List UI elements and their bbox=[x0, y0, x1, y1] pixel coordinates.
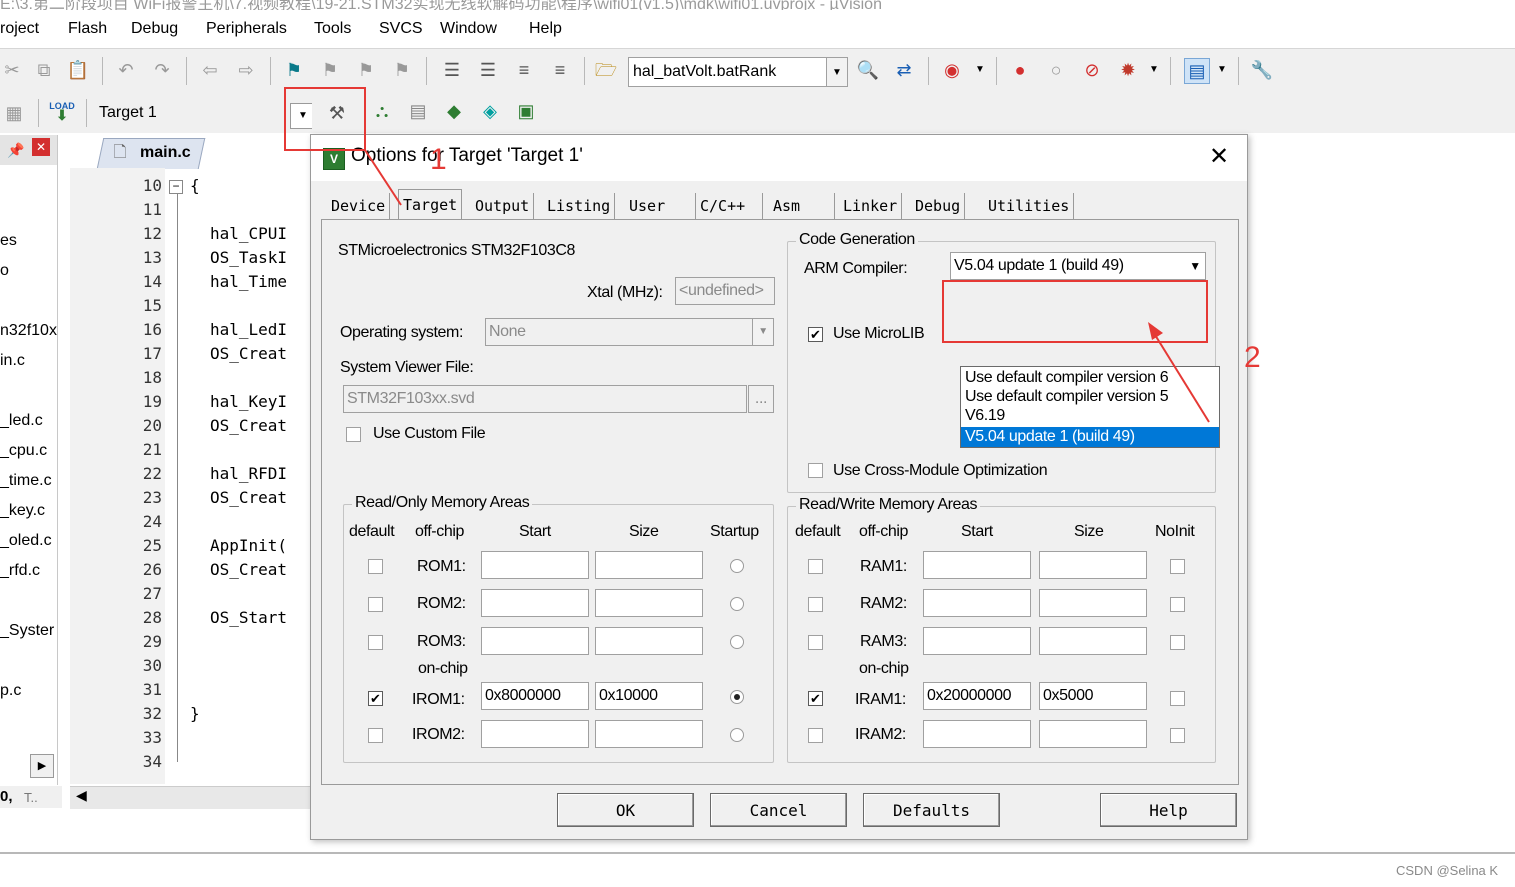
annotation-arrow-1 bbox=[364, 149, 402, 206]
annotation-step-2: 2 bbox=[1244, 341, 1261, 374]
annotation-step-1: 1 bbox=[430, 143, 447, 176]
annotation-arrow-2 bbox=[1151, 329, 1210, 423]
watermark: CSDN @Selina K bbox=[1396, 863, 1499, 878]
annotation-arrowhead-2 bbox=[1148, 322, 1163, 340]
annotation-arrows bbox=[364, 149, 1210, 423]
